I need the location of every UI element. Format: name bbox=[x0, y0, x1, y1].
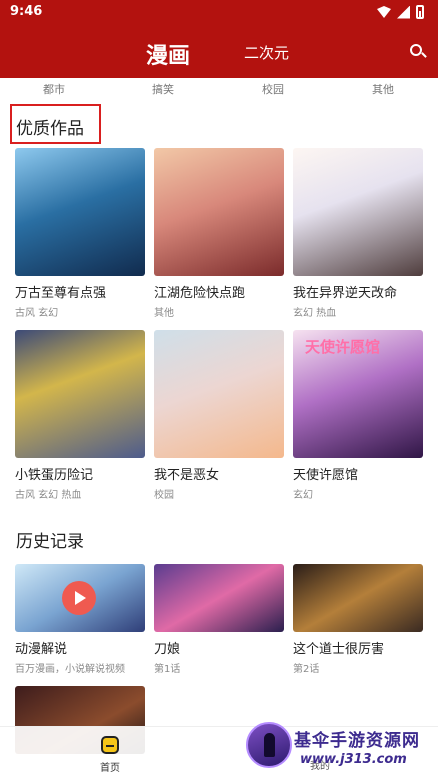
history-cover bbox=[293, 564, 423, 632]
comic-tags: 古风 玄幻 热血 bbox=[15, 490, 82, 501]
status-bar: 9:46 bbox=[0, 0, 438, 26]
comic-cover bbox=[154, 148, 284, 276]
history-title: 动漫解说 bbox=[15, 642, 68, 657]
comic-title: 万古至尊有点强 bbox=[15, 286, 107, 301]
search-icon[interactable] bbox=[409, 43, 427, 61]
history-title: 这个道士很厉害 bbox=[293, 642, 385, 657]
history-title: 刀娘 bbox=[154, 642, 181, 657]
category-strip: 都市 搞笑 校园 其他 bbox=[0, 78, 438, 98]
category-xiaoyuan[interactable]: 校园 bbox=[262, 81, 284, 97]
category-dushi[interactable]: 都市 bbox=[43, 81, 65, 97]
signal-icon bbox=[397, 5, 410, 19]
comic-cover bbox=[154, 330, 284, 458]
comic-cover bbox=[15, 148, 145, 276]
battery-icon bbox=[416, 5, 424, 19]
comic-tags: 古风 玄幻 bbox=[15, 308, 59, 319]
category-gaoxiao[interactable]: 搞笑 bbox=[152, 81, 174, 97]
history-subtitle: 第1话 bbox=[154, 664, 181, 675]
comic-cover bbox=[15, 330, 145, 458]
history-subtitle: 第2话 bbox=[293, 664, 320, 675]
comic-card[interactable]: 我在异界逆天改命 玄幻 热血 bbox=[293, 148, 423, 319]
play-icon bbox=[62, 581, 96, 615]
comic-card[interactable]: 江湖危险快点跑 其他 bbox=[154, 148, 284, 319]
comic-title: 我在异界逆天改命 bbox=[293, 286, 398, 301]
comic-tags: 校园 bbox=[154, 490, 174, 501]
comic-tags: 玄幻 热血 bbox=[293, 308, 337, 319]
history-card[interactable]: 这个道士很厉害 第2话 bbox=[293, 564, 423, 675]
comic-card[interactable]: 万古至尊有点强 古风 玄幻 bbox=[15, 148, 145, 319]
comic-tags: 玄幻 bbox=[293, 490, 313, 501]
comic-title: 天使许愿馆 bbox=[293, 468, 359, 483]
wifi-icon bbox=[377, 6, 391, 18]
comic-card[interactable]: 我不是恶女 校园 bbox=[154, 330, 284, 501]
app-bar: 漫画 二次元 bbox=[0, 26, 438, 78]
watermark: 基伞手游资源网 www.j313.com bbox=[244, 718, 438, 776]
tab-manhua[interactable]: 漫画 bbox=[146, 38, 190, 70]
comic-title: 江湖危险快点跑 bbox=[154, 286, 246, 301]
history-cover bbox=[15, 564, 145, 632]
comic-cover bbox=[293, 148, 423, 276]
history-subtitle: 百万漫画，小说解说视频 bbox=[15, 664, 125, 675]
comic-title: 我不是恶女 bbox=[154, 468, 220, 483]
history-cover bbox=[154, 564, 284, 632]
system-icons bbox=[377, 5, 424, 19]
history-section-title: 历史记录 bbox=[16, 532, 84, 552]
comic-title: 小铁蛋历险记 bbox=[15, 468, 94, 483]
watermark-title: 基伞手游资源网 bbox=[294, 731, 420, 751]
comic-tags: 其他 bbox=[154, 308, 174, 319]
history-card[interactable]: 动漫解说 百万漫画，小说解说视频 bbox=[15, 564, 145, 675]
home-icon bbox=[101, 736, 119, 754]
watermark-url: www.j313.com bbox=[300, 752, 407, 767]
watermark-logo-icon bbox=[246, 722, 292, 768]
quality-section-title: 优质作品 bbox=[16, 119, 84, 139]
category-qita[interactable]: 其他 bbox=[372, 81, 394, 97]
status-time: 9:46 bbox=[10, 4, 43, 19]
history-card[interactable]: 刀娘 第1话 bbox=[154, 564, 284, 675]
comic-card[interactable]: 天使许愿馆 天使许愿馆 玄幻 bbox=[293, 330, 423, 501]
tab-erciyuan[interactable]: 二次元 bbox=[244, 42, 289, 63]
comic-card[interactable]: 小铁蛋历险记 古风 玄幻 热血 bbox=[15, 330, 145, 501]
nav-home-label: 首页 bbox=[100, 763, 120, 774]
nav-home[interactable]: 首页 bbox=[90, 731, 130, 774]
cover-title-text: 天使许愿馆 bbox=[305, 338, 381, 356]
comic-cover: 天使许愿馆 bbox=[293, 330, 423, 458]
